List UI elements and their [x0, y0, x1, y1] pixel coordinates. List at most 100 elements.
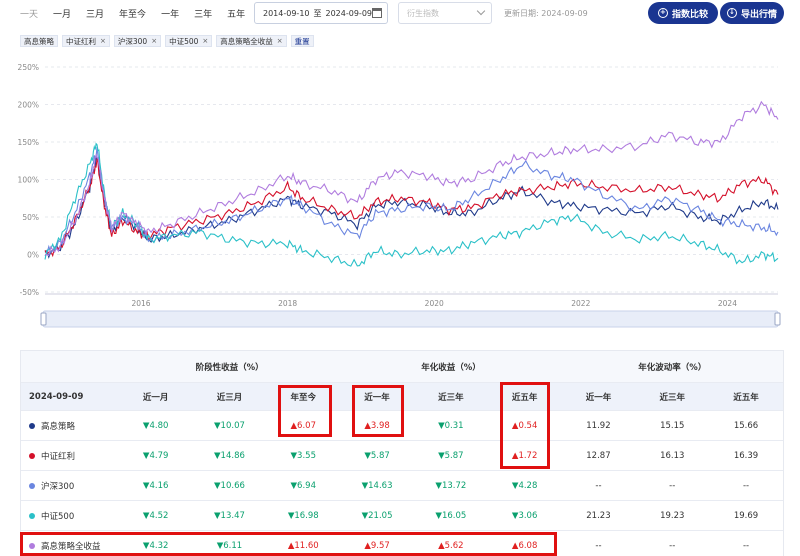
group-period-return: 阶段性收益（%） [195, 362, 264, 373]
highlight-box [278, 385, 332, 437]
y-tick-label: -50% [20, 288, 39, 297]
close-icon[interactable]: × [151, 37, 157, 45]
calendar-icon[interactable] [372, 8, 382, 18]
date-end: 2024-09-09 [325, 8, 373, 18]
range-tab-5y[interactable]: 五年 [227, 7, 245, 20]
table-cell: ▼4.52 [142, 510, 169, 521]
export-label: 导出行情 [740, 9, 777, 20]
table-cell: 16.13 [660, 450, 685, 461]
table-cell: ▼0.31 [438, 420, 464, 431]
y-tick-label: 250% [18, 63, 39, 72]
table-row: 沪深300 ▼4.16 ▼10.66 ▼6.94 ▼14.63 ▼13.72 ▼4.28 --… [21, 471, 783, 501]
series-dot-icon [29, 482, 35, 489]
row-name-cell: 沪深300 [21, 480, 119, 492]
range-navigator[interactable] [42, 310, 779, 328]
series-dot-icon [29, 422, 35, 429]
chip-label: 高息策略全收益 [220, 36, 273, 46]
table-row: 中证500 ▼4.52 ▼13.47 ▼16.98 ▼21.05 ▼16.05 ▼3.06 2… [21, 501, 783, 531]
y-tick-label: 150% [18, 138, 39, 147]
header-vol-3y[interactable]: 近三年 [635, 391, 709, 403]
table-cell: ▼13.72 [435, 480, 467, 491]
y-tick-label: 0% [27, 251, 39, 260]
table-cell: -- [742, 540, 750, 551]
navigator-handle-left[interactable] [40, 312, 47, 326]
highlight-box [20, 532, 557, 556]
x-tick-label: 2018 [278, 299, 297, 308]
table-cell: 19.69 [733, 510, 759, 521]
header-vol-5y[interactable]: 近五年 [709, 391, 783, 403]
series-dot-icon [29, 512, 35, 519]
header-ann-3y[interactable]: 近三年 [414, 391, 488, 403]
table-cell: 16.39 [733, 450, 759, 461]
highlight-box [352, 385, 404, 437]
close-icon[interactable]: × [100, 37, 106, 45]
performance-table: 阶段性收益（%） 年化收益（%） 年化波动率（%） 2024-09-09 近一月… [20, 350, 784, 556]
range-tab-1m[interactable]: 一月 [53, 7, 71, 20]
header-date: 2024-09-09 [29, 391, 84, 402]
table-cell: ▼3.55 [290, 450, 316, 461]
close-icon[interactable]: × [277, 37, 283, 45]
x-tick-label: 2024 [718, 299, 737, 308]
table-cell: -- [595, 540, 602, 551]
header-1m[interactable]: 近一月 [119, 391, 193, 403]
chip-label: 中证红利 [66, 36, 96, 46]
range-tab-3m[interactable]: 三月 [86, 7, 104, 20]
row-name-cell: 中证红利 [21, 450, 119, 462]
table-cell: ▼4.79 [142, 450, 169, 461]
group-annualized-volatility: 年化波动率（%） [638, 362, 707, 373]
y-tick-label: 50% [22, 213, 39, 222]
date-range-picker[interactable]: 2014-09-10 至 2024-09-09 [254, 2, 388, 24]
date-start: 2014-09-10 [263, 8, 310, 18]
x-tick-label: 2022 [571, 299, 590, 308]
range-tab-3y[interactable]: 三年 [194, 7, 212, 20]
series-dot-icon [29, 452, 35, 459]
table-cell: ▼16.98 [287, 510, 319, 521]
table-cell: -- [669, 480, 676, 491]
range-tab-1y[interactable]: 一年 [161, 7, 179, 20]
chip-2: 沪深300 × [113, 35, 162, 47]
header-3m[interactable]: 近三月 [193, 391, 267, 403]
close-icon[interactable]: × [202, 37, 208, 45]
reset-button[interactable]: 重置 [290, 35, 314, 47]
date-separator: 至 [313, 8, 322, 18]
chip-4: 高息策略全收益 × [216, 35, 287, 47]
chip-label: 沪深300 [117, 36, 148, 46]
header-vol-1y[interactable]: 近一年 [562, 391, 636, 403]
table-cell: ▼3.06 [511, 510, 538, 521]
line-chart-svg: 250% 200% 150% 100% 50% 0% -50% 2016 2018 2020 202… [18, 63, 781, 328]
chevron-down-icon [476, 6, 486, 16]
range-tabs: 一天 一月 三月 年至今 一年 三年 五年 [20, 7, 260, 20]
derive-index-select[interactable]: 衍生指数 [398, 2, 492, 24]
table-cell: ▼10.07 [214, 420, 245, 431]
row-name-cell: 高息策略 [21, 420, 119, 432]
cloud-download-icon: ↓ [726, 8, 737, 18]
table-cell: ▼6.94 [290, 480, 316, 491]
table-cell: ▼4.80 [142, 420, 169, 431]
row-name: 中证500 [41, 511, 75, 522]
table-group-header: 阶段性收益（%） 年化收益（%） 年化波动率（%） [21, 351, 783, 383]
export-button[interactable]: ↓ 导出行情 [720, 2, 784, 24]
row-name: 沪深300 [41, 481, 75, 492]
table-cell: ▼13.47 [214, 510, 245, 521]
table-cell: 12.87 [586, 450, 611, 461]
table-cell: ▼10.66 [214, 480, 245, 491]
range-tab-1d[interactable]: 一天 [20, 7, 38, 20]
performance-chart: 250% 200% 150% 100% 50% 0% -50% 2016 2018 2020 202… [0, 55, 800, 335]
y-tick-label: 200% [18, 101, 39, 110]
reset-label: 重置 [294, 36, 310, 46]
table-cell: 15.66 [733, 420, 759, 431]
row-name: 中证红利 [41, 451, 76, 462]
table-cell: 15.15 [660, 420, 685, 431]
table-cell: -- [742, 480, 750, 491]
row-name-cell: 中证500 [21, 510, 119, 522]
table-cell: ▼16.05 [435, 510, 467, 521]
toolbar: 一天 一月 三月 年至今 一年 三年 五年 2014-09-10 至 2024-… [0, 0, 800, 30]
chip-1: 中证红利 × [62, 35, 110, 47]
x-tick-label: 2016 [131, 299, 150, 308]
highlight-box [500, 382, 550, 469]
compare-button[interactable]: + 指数比较 [648, 2, 718, 24]
plus-icon: + [657, 8, 668, 18]
range-tab-ytd[interactable]: 年至今 [119, 7, 146, 20]
navigator-handle-right[interactable] [774, 312, 781, 326]
table-cell: ▼14.63 [361, 480, 393, 491]
